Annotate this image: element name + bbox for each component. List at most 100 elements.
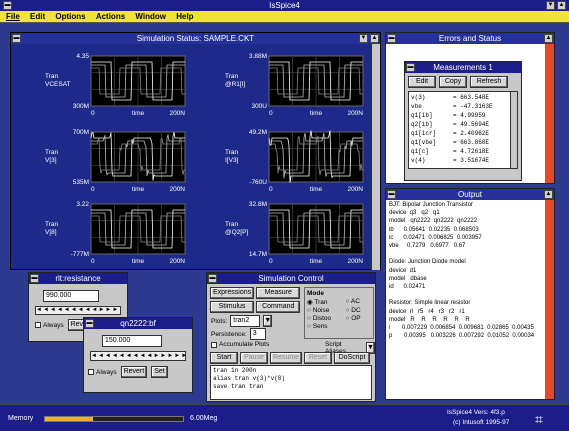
maximize-icon[interactable]: ▲	[557, 1, 566, 10]
vertical-scrollbar[interactable]	[545, 200, 554, 399]
doscript-button[interactable]: DoScript	[334, 352, 370, 364]
plot-top-value: 4.35	[76, 53, 89, 60]
menu-edit[interactable]: Edit	[30, 12, 45, 21]
stimulus-button[interactable]: Stimulus	[210, 301, 254, 313]
expressions-button[interactable]: Expressions	[210, 287, 254, 299]
app-title: IsSpice4	[269, 1, 300, 10]
maximize-icon[interactable]: ▲	[544, 190, 553, 199]
measurement-value: = 2.40962E	[453, 130, 490, 137]
output-line: device d1	[389, 267, 417, 274]
maximize-icon[interactable]: ▲	[370, 34, 379, 43]
measurements-list[interactable]: v(3) = 663.548E vbe = -47.3163E q1[ib] = 4.99…	[408, 91, 518, 169]
measurement-name: vbe	[411, 103, 422, 110]
x-axis-start: 0	[269, 186, 273, 193]
output-line: ib 0.05641 0.02235 0.068503	[389, 226, 479, 233]
mode-label: Tran	[314, 299, 328, 306]
system-menu-icon[interactable]: ▬	[85, 319, 94, 328]
resistance-slider[interactable]: ◄◄◄◄◄◄◄◄◄►►►►►►►►	[35, 306, 121, 315]
plot-top-value: 700M	[73, 129, 89, 136]
bf-value-field[interactable]: 150.000	[102, 335, 162, 347]
mode-radio-tran[interactable]: ◉ Tran	[307, 298, 342, 306]
menu-window[interactable]: Window	[135, 12, 166, 21]
mode-radio-ac[interactable]: ○ AC	[346, 298, 371, 306]
x-axis-end: 200N	[347, 186, 363, 193]
bf-slider[interactable]: ◄◄◄◄◄◄◄◄◄►►►►►►►►►	[90, 351, 186, 361]
output-line: p 0.00395 0.003226 0.007292 0.01052 0.00…	[389, 333, 535, 340]
measurement-name: v(3)	[411, 94, 426, 101]
menu-actions[interactable]: Actions	[96, 12, 125, 21]
start-button[interactable]: Start	[210, 352, 238, 364]
system-menu-icon[interactable]: ▬	[30, 274, 39, 283]
edit-button[interactable]: Edit	[408, 76, 436, 88]
menu-options[interactable]: Options	[55, 12, 85, 21]
simulation-status-window: Simulation Status: SAMPLE.CKT ▬ ▼ ▲ 4.35…	[10, 32, 381, 270]
plot-kind: Tran	[45, 149, 59, 156]
app-title-bar: IsSpice4 ▬ ▼ ▲	[0, 0, 569, 11]
simulation-control-title-bar: Simulation Control ▬	[207, 273, 375, 284]
plots-label: Plots:	[211, 317, 228, 325]
mode-radio-sens[interactable]: ○ Sens	[307, 323, 342, 330]
always-checkbox[interactable]	[88, 369, 94, 375]
vertical-scrollbar[interactable]	[545, 44, 554, 183]
output-line: model R R R R R R	[389, 316, 470, 323]
always-checkbox[interactable]	[35, 322, 41, 328]
mode-radio-noise[interactable]: ○ Noise	[307, 307, 342, 314]
simulation-control-window: Simulation Control ▬ Expressions Measure…	[206, 272, 376, 402]
mode-radio-op[interactable]: ○ OP	[346, 315, 371, 322]
plot-top-value: 3.22	[76, 201, 89, 208]
minimize-icon[interactable]: ▼	[359, 34, 368, 43]
revert-button[interactable]: Revert	[120, 366, 148, 378]
reset-button[interactable]: Reset	[304, 352, 332, 364]
resume-button[interactable]: Resume	[270, 352, 302, 364]
set-button[interactable]: Set	[151, 366, 168, 378]
measurement-row: q1[icr] = 2.40962E	[411, 129, 515, 138]
system-menu-icon[interactable]: ▬	[406, 63, 415, 72]
output-line: BJT: Bipolar Junction Transistor	[389, 202, 474, 208]
system-menu-icon[interactable]: ▬	[387, 34, 396, 43]
version-text: IsSpice4 Vers: 4f3.p	[447, 409, 505, 416]
minimize-icon[interactable]: ▼	[546, 1, 555, 10]
system-menu-icon[interactable]: ▬	[12, 34, 21, 43]
measure-button[interactable]: Measure	[256, 287, 301, 299]
pause-button[interactable]: Pause	[240, 352, 268, 364]
vertical-scrollbar[interactable]	[371, 44, 380, 270]
measurement-name: q1[c]	[411, 148, 430, 155]
copy-button[interactable]: Copy	[439, 76, 467, 88]
system-menu-icon[interactable]: ▬	[3, 1, 12, 10]
mode-radio-dc[interactable]: ○ DC	[346, 307, 371, 314]
measurement-row: q1[ib] = 4.99959	[411, 111, 515, 120]
plot-kind: Tran	[225, 73, 239, 80]
maximize-icon[interactable]: ▲	[544, 34, 553, 43]
x-axis-label: time	[310, 258, 323, 265]
script-log[interactable]: tran 1n 200n alias tran v(3)*v(8) save t…	[210, 365, 372, 400]
vertical-scrollbar[interactable]	[510, 92, 517, 168]
system-menu-icon[interactable]: ▬	[208, 274, 217, 283]
mode-radio-distoo[interactable]: ○ Distoo	[307, 315, 342, 322]
control-actions: Start Pause Resume Reset DoScript	[210, 352, 370, 364]
persistence-label: Persistence:	[211, 330, 247, 338]
plot-kind: Tran	[45, 73, 59, 80]
status-bar: Memory 6.00Meg IsSpice4 Vers: 4f3.p (c) …	[0, 404, 569, 431]
mode-label: AC	[350, 298, 360, 305]
persistence-field[interactable]: 3	[249, 328, 266, 340]
measurement-value: = 4.99959	[453, 112, 486, 119]
system-menu-icon[interactable]: ▬	[387, 190, 396, 199]
chevron-down-icon[interactable]: ▼	[263, 315, 273, 327]
plot-kind: Tran	[225, 149, 239, 156]
x-axis-start: 0	[91, 186, 95, 193]
output-line: ic 0.02471 0.006825 0.003957	[389, 234, 482, 241]
menu-file[interactable]: File	[6, 12, 20, 21]
accumulate-checkbox[interactable]	[211, 341, 217, 348]
output-title-bar: Output ▬ ▲	[386, 189, 554, 200]
output-line: device q3 q2 q1	[389, 210, 440, 217]
output-line: device rl r5 r4 r3 r2 r1	[389, 308, 465, 315]
plot-bottom-value: -760U	[249, 179, 267, 186]
menu-help[interactable]: Help	[176, 12, 193, 21]
command-button[interactable]: Command	[256, 301, 301, 313]
resistance-value-field[interactable]: 990.000	[43, 290, 99, 302]
plots-select[interactable]: tran2	[230, 315, 261, 327]
measurement-name: v(4)	[411, 157, 426, 164]
refresh-button[interactable]: Refresh	[470, 76, 508, 88]
plot-name: V[8]	[45, 229, 57, 236]
